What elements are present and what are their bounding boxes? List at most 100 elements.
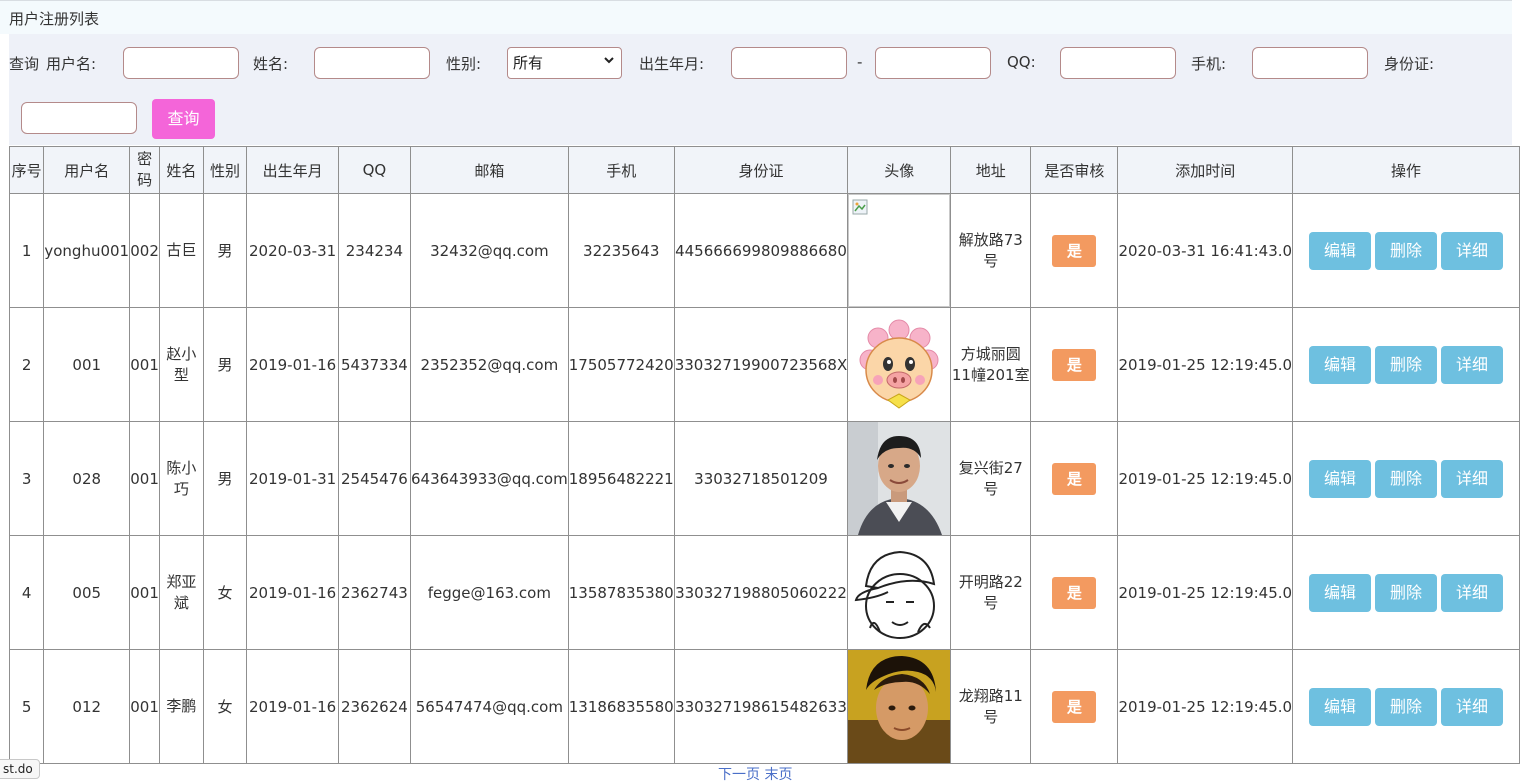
cell-index: 5 [8,649,45,764]
username-input[interactable] [123,47,239,79]
cell-username: 001 [43,307,131,422]
header-phone: 手机 [567,146,675,194]
cell-added-time: 2019-01-25 12:19:45.0 [1117,421,1294,536]
name-input[interactable] [314,47,430,79]
delete-button[interactable]: 删除 [1375,687,1438,726]
header-name: 姓名 [159,146,204,194]
gender-select-value: 所有 [513,54,544,72]
detail-button[interactable]: 详细 [1441,459,1504,498]
cell-actions: 编辑 删除 详细 [1292,421,1520,536]
cell-gender: 男 [202,421,248,536]
cell-email: 643643933@qq.com [409,421,569,536]
approved-badge: 是 [1052,348,1097,381]
cell-name: 古巨 [159,193,204,308]
cell-idcard: 445666699809886680 [673,193,849,308]
cell-password: 001 [129,535,161,650]
detail-button[interactable]: 详细 [1441,573,1504,612]
cell-added-time: 2019-01-25 12:19:45.0 [1117,649,1294,764]
cell-qq: 5437334 [337,307,411,422]
header-added-time: 添加时间 [1117,146,1294,194]
header-idcard: 身份证 [673,146,849,194]
edit-button[interactable]: 编辑 [1309,231,1372,270]
cell-approved: 是 [1030,535,1119,650]
cell-avatar [847,535,952,650]
gender-label: 性别: [446,55,482,73]
detail-button[interactable]: 详细 [1441,345,1504,384]
gender-select[interactable]: 所有 [507,47,622,79]
cell-avatar [847,193,952,308]
cell-username: 005 [43,535,131,650]
header-username: 用户名 [43,146,131,194]
table-row: 1 yonghu001 002 古巨 男 2020-03-31 234234 3… [8,193,1520,308]
cell-actions: 编辑 删除 详细 [1292,535,1520,650]
idcard-input[interactable] [21,102,137,134]
approved-badge: 是 [1052,690,1097,723]
sketch-cap-avatar [848,536,950,649]
cell-email: 32432@qq.com [409,193,569,308]
cell-avatar [847,649,952,764]
edit-button[interactable]: 编辑 [1309,687,1372,726]
header-approved: 是否审核 [1030,146,1119,194]
cell-added-time: 2019-01-25 12:19:45.0 [1117,307,1294,422]
search-button[interactable]: 查询 [152,99,215,139]
approved-badge: 是 [1052,234,1097,267]
man-portrait-avatar [848,422,950,535]
detail-button[interactable]: 详细 [1441,231,1504,270]
header-index: 序号 [8,146,45,194]
detail-button[interactable]: 详细 [1441,687,1504,726]
username-label: 用户名: [46,55,97,73]
chevron-down-icon [604,57,614,64]
status-url-tooltip: st.do [0,759,40,779]
cell-approved: 是 [1030,307,1119,422]
cell-phone: 18956482221 [567,421,675,536]
edit-button[interactable]: 编辑 [1309,573,1372,612]
delete-button[interactable]: 删除 [1375,573,1438,612]
phone-label: 手机: [1191,55,1227,73]
header-password: 密码 [129,146,161,194]
cell-address: 解放路73号 [950,193,1032,308]
birth-end-input[interactable] [875,47,991,79]
phone-input[interactable] [1252,47,1368,79]
idcard-label: 身份证: [1384,55,1435,73]
cell-password: 001 [129,307,161,422]
cell-actions: 编辑 删除 详细 [1292,193,1520,308]
cartoon-pig-avatar [849,309,950,421]
cell-gender: 女 [202,649,248,764]
cell-avatar [847,307,952,422]
cell-email: 56547474@qq.com [409,649,569,764]
cell-password: 002 [129,193,161,308]
cell-index: 1 [8,193,45,308]
cell-actions: 编辑 删除 详细 [1292,307,1520,422]
cell-password: 001 [129,649,161,764]
cell-username: 012 [43,649,131,764]
delete-button[interactable]: 删除 [1375,231,1438,270]
cell-idcard: 330327198805060222 [673,535,849,650]
page-title: 用户注册列表 [0,0,1512,34]
cell-gender: 男 [202,193,248,308]
cell-added-time: 2019-01-25 12:19:45.0 [1117,535,1294,650]
delete-button[interactable]: 删除 [1375,459,1438,498]
cell-idcard: 33032718501209 [673,421,849,536]
cell-approved: 是 [1030,421,1119,536]
cell-name: 郑亚斌 [159,535,204,650]
query-label: 查询 [9,55,40,73]
delete-button[interactable]: 删除 [1375,345,1438,384]
table-row: 3 028 001 陈小巧 男 2019-01-31 2545476 64364… [8,421,1520,536]
cell-phone: 13186835580 [567,649,675,764]
cell-birth: 2019-01-16 [246,649,339,764]
cell-gender: 男 [202,307,248,422]
qq-input[interactable] [1060,47,1176,79]
broken-image-icon [848,194,950,307]
table-header-row: 序号 用户名 密码 姓名 性别 出生年月 QQ 邮箱 手机 身份证 头像 地址 … [8,146,1520,194]
cell-phone: 17505772420 [567,307,675,422]
cell-index: 3 [8,421,45,536]
pager-links[interactable]: 下一页 末页 [718,764,792,784]
edit-button[interactable]: 编辑 [1309,345,1372,384]
edit-button[interactable]: 编辑 [1309,459,1372,498]
birth-start-input[interactable] [731,47,847,79]
cell-phone: 32235643 [567,193,675,308]
cell-birth: 2019-01-31 [246,421,339,536]
filter-bar: 查询 用户名: 姓名: 性别: 所有 出生年月: - QQ: 手机: 身份证: … [9,34,1512,145]
cell-avatar [847,421,952,536]
cell-gender: 女 [202,535,248,650]
